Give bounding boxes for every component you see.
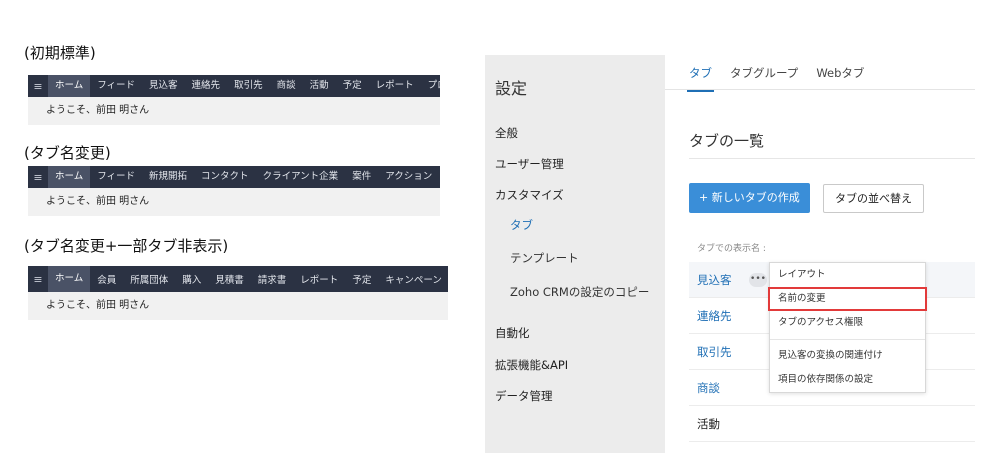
tab-name-link[interactable]: 見込客 xyxy=(697,273,732,287)
tab-name-link[interactable]: 取引先 xyxy=(697,345,732,359)
nav-item[interactable]: 新規開拓 xyxy=(142,166,194,188)
menu-item-rename[interactable]: 名前の変更 xyxy=(768,287,927,311)
sidebar-item-extensions-api[interactable]: 拡張機能&API xyxy=(495,357,568,373)
nav-item[interactable]: 活動 xyxy=(303,75,336,97)
nav-item[interactable]: 請求書 xyxy=(251,268,294,290)
nav-item[interactable]: コンタクト xyxy=(194,166,256,188)
tab-name-link[interactable]: 連絡先 xyxy=(697,309,732,323)
nav-item[interactable]: 商談 xyxy=(270,75,303,97)
welcome-message: ようこそ、前田 明さん xyxy=(28,97,440,125)
tab-tab-groups[interactable]: タブグループ xyxy=(730,65,798,89)
tab-name: 活動 xyxy=(697,417,720,431)
nav-item[interactable]: レポート xyxy=(369,75,421,97)
nav-item[interactable]: 取引先 xyxy=(227,75,270,97)
nav-item[interactable]: クライアント企業 xyxy=(256,166,346,188)
list-item-activities: 活動 xyxy=(689,406,975,442)
nav-item[interactable]: 予定 xyxy=(439,166,440,188)
tab-options-menu: レイアウト 名前の変更 タブのアクセス権限 見込客の変換の関連付け 項目の依存関… xyxy=(768,262,927,393)
menu-item-tab-permissions[interactable]: タブのアクセス権限 xyxy=(770,311,925,335)
create-tab-button[interactable]: + 新しいタブの作成 xyxy=(689,183,810,213)
nav-item[interactable]: キャンペーン xyxy=(378,268,448,290)
nav-item-home[interactable]: ホーム xyxy=(48,166,91,188)
column-header: タブでの表示名 : xyxy=(697,244,766,254)
sidebar-title: 設定 xyxy=(495,79,528,98)
nav-item-home[interactable]: ホーム xyxy=(48,75,91,97)
sidebar-item-data-management[interactable]: データ管理 xyxy=(495,388,553,404)
menu-divider xyxy=(770,339,925,340)
settings-screen: 設定 全般 ユーザー管理 カスタマイズ タブ テンプレート Zoho CRMの設… xyxy=(485,55,975,453)
tab-web-tabs[interactable]: Webタブ xyxy=(816,65,864,89)
settings-tabs: タブ タブグループ Webタブ xyxy=(687,65,864,92)
more-options-icon[interactable]: ••• xyxy=(749,273,767,287)
nav-item[interactable]: 予定 xyxy=(345,268,378,290)
nav-item[interactable]: アクション xyxy=(378,166,439,188)
sidebar-item-tabs[interactable]: タブ xyxy=(510,217,533,233)
nav-item[interactable]: 会員 xyxy=(90,268,123,290)
sort-tabs-button[interactable]: タブの並べ替え xyxy=(823,184,924,213)
nav-item[interactable]: プロ xyxy=(421,75,440,97)
sidebar-item-customize[interactable]: カスタマイズ xyxy=(495,187,564,203)
tab-name-link[interactable]: 商談 xyxy=(697,381,720,395)
example-default: (初期標準) xyxy=(24,42,96,63)
example-title: (タブ名変更+一部タブ非表示) xyxy=(24,237,229,255)
menu-item-field-dependency[interactable]: 項目の依存関係の設定 xyxy=(770,368,925,392)
example-title: (タブ名変更) xyxy=(24,144,111,162)
example-renamed-hidden: (タブ名変更+一部タブ非表示) xyxy=(24,235,228,256)
nav-item[interactable]: 所属団体 xyxy=(123,268,175,290)
menu-item-layout[interactable]: レイアウト xyxy=(770,263,925,287)
crm-nav-bar: ≡ ホーム フィード 新規開拓 コンタクト クライアント企業 案件 アクション … xyxy=(28,166,440,188)
sidebar-item-templates[interactable]: テンプレート xyxy=(510,250,579,266)
nav-item[interactable]: 購入 xyxy=(175,268,208,290)
crm-nav-bar: ≡ ホーム 会員 所属団体 購入 見積書 請求書 レポート 予定 キャンペーン … xyxy=(28,266,448,292)
nav-item[interactable]: 見積書 xyxy=(208,268,251,290)
nav-item-home[interactable]: ホーム xyxy=(48,266,91,292)
crm-nav-bar: ≡ ホーム フィード 見込客 連絡先 取引先 商談 活動 予定 レポート プロ xyxy=(28,75,440,97)
nav-item[interactable]: 予定 xyxy=(336,75,369,97)
menu-icon[interactable]: ≡ xyxy=(28,266,48,292)
menu-icon[interactable]: ≡ xyxy=(28,166,48,188)
welcome-message: ようこそ、前田 明さん xyxy=(28,292,448,320)
menu-item-lead-conversion-mapping[interactable]: 見込客の変換の関連付け xyxy=(770,344,925,368)
nav-item[interactable]: 案件 xyxy=(345,166,378,188)
nav-item[interactable]: フィード xyxy=(90,166,142,188)
example-renamed: (タブ名変更) xyxy=(24,142,111,163)
sidebar-item-user-management[interactable]: ユーザー管理 xyxy=(495,156,564,172)
nav-item[interactable]: 見込客 xyxy=(142,75,185,97)
sidebar-item-copy-settings[interactable]: Zoho CRMの設定のコピー xyxy=(510,284,649,300)
tab-tabs[interactable]: タブ xyxy=(687,65,714,92)
settings-main: タブ タブグループ Webタブ タブの一覧 + 新しいタブの作成 タブの並べ替え… xyxy=(665,55,975,453)
page-title: タブの一覧 xyxy=(689,132,765,150)
sidebar-item-general[interactable]: 全般 xyxy=(495,125,518,141)
nav-item[interactable]: レポート xyxy=(293,268,345,290)
welcome-message: ようこそ、前田 明さん xyxy=(28,188,440,216)
title-divider xyxy=(689,158,975,159)
settings-sidebar: 設定 全般 ユーザー管理 カスタマイズ タブ テンプレート Zoho CRMの設… xyxy=(485,55,665,453)
sidebar-item-automation[interactable]: 自動化 xyxy=(495,325,530,341)
tabs-divider xyxy=(665,89,975,90)
nav-item[interactable]: 連絡先 xyxy=(185,75,228,97)
example-title: (初期標準) xyxy=(24,44,96,62)
nav-item[interactable]: フィード xyxy=(90,75,142,97)
menu-icon[interactable]: ≡ xyxy=(28,75,48,97)
